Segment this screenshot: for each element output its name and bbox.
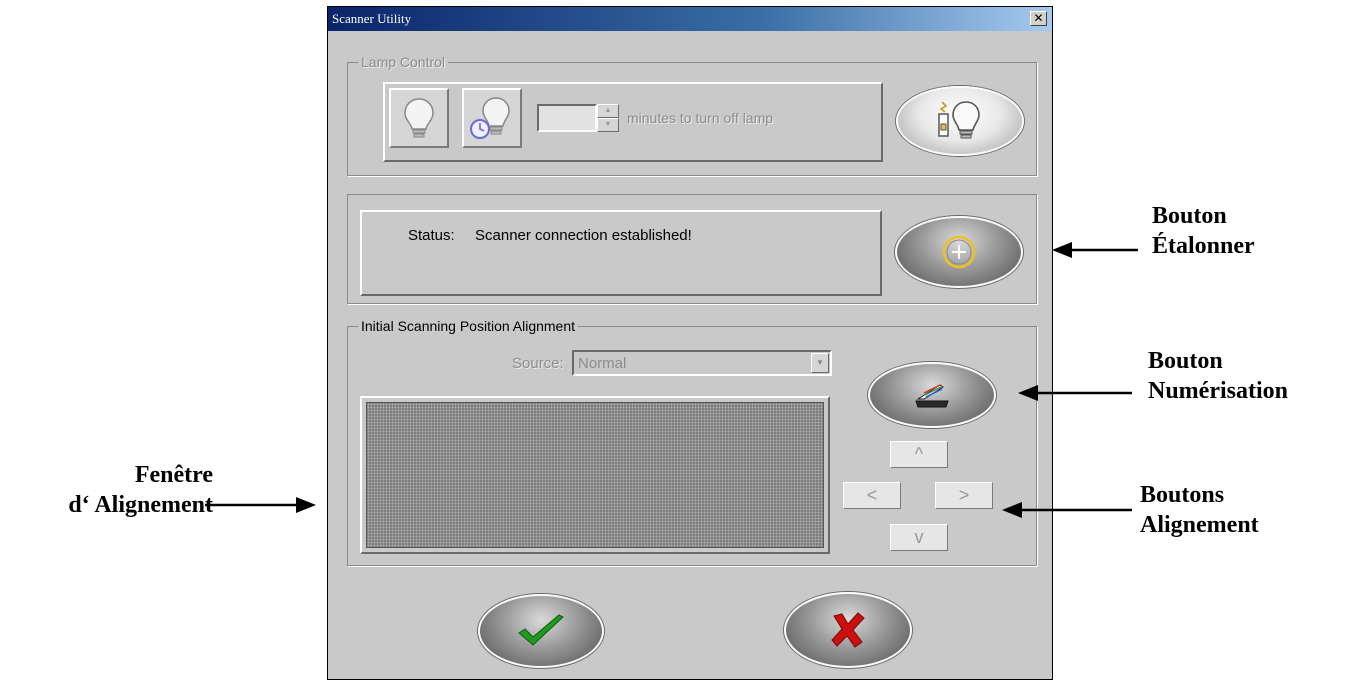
- annotation-arrows: [205, 242, 1138, 518]
